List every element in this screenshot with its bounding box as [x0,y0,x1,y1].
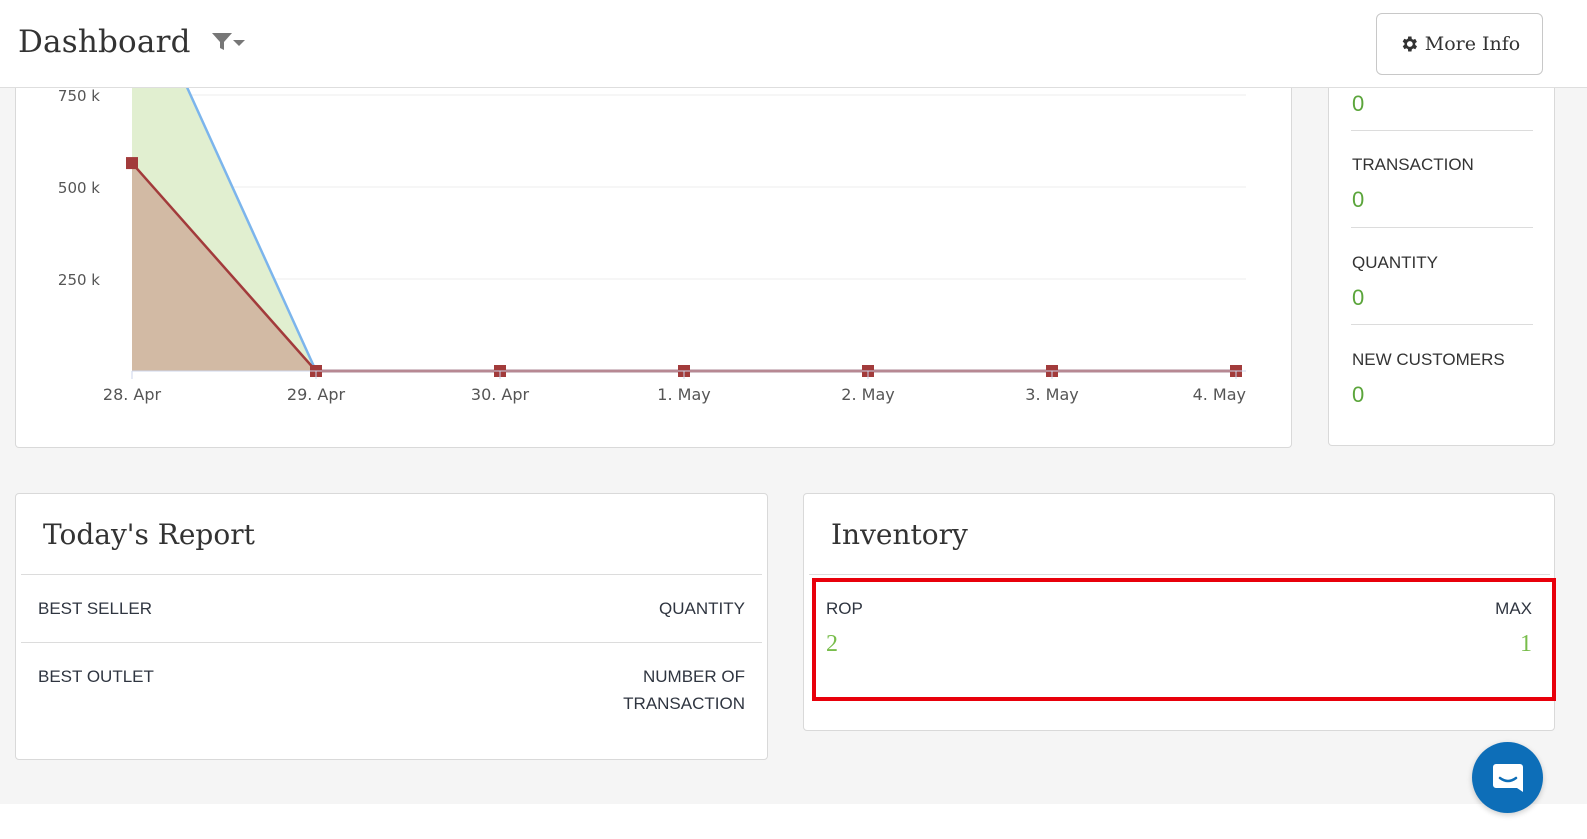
transaction-label-line1: NUMBER OF [643,667,745,686]
sales-chart-card: 250 k 500 k 750 k 28. Apr 29. Apr 30. Apr 1. M… [15,70,1292,448]
inventory-title: Inventory [831,518,968,551]
y-tick-label: 500 k [58,179,100,197]
stat-label-quantity: QUANTITY [1352,253,1438,272]
filter-icon [212,33,245,50]
filter-dropdown-button[interactable] [210,30,250,56]
max-label: MAX [1495,599,1532,618]
series-area-0 [132,70,1236,371]
inventory-card: Inventory ROP MAX 2 1 [803,493,1556,731]
inventory-highlight-box [812,578,1556,701]
sales-area-chart: 250 k 500 k 750 k 28. Apr 29. Apr 30. Apr 1. M… [58,70,1246,404]
x-tick-label: 3. May [1025,385,1078,404]
report-divider [21,642,762,643]
stat-value-quantity: 0 [1352,285,1365,310]
series-line-0 [177,70,1236,373]
stat-value-new-customers: 0 [1352,382,1365,407]
report-title: Today's Report [43,518,255,551]
stat-divider [1351,130,1533,131]
y-tick-label: 750 k [58,87,100,105]
chat-launcher-button[interactable] [1472,742,1543,813]
data-point-marker [126,157,138,170]
best-seller-quantity-label: QUANTITY [659,599,745,618]
x-tick-label: 1. May [657,385,710,404]
chat-icon [1492,763,1523,792]
best-outlet-label: BEST OUTLET [38,667,154,686]
stat-value-transaction: 0 [1352,187,1365,212]
more-info-button[interactable]: More Info [1376,13,1543,75]
x-tick-label: 28. Apr [103,385,162,404]
inventory-divider [809,574,1550,575]
stat-label-new-customers: NEW CUSTOMERS [1352,350,1505,369]
more-info-label: More Info [1424,33,1521,55]
stat-divider [1351,324,1533,325]
stat-value-top: 0 [1352,91,1365,116]
x-tick-label: 4. May [1193,385,1246,404]
x-tick-label: 2. May [841,385,894,404]
top-header: Dashboard More Info [0,0,1587,88]
stat-label-transaction: TRANSACTION [1352,155,1474,174]
gear-icon [1402,36,1417,52]
best-outlet-transaction-label: NUMBER OF TRANSACTION [623,663,745,717]
best-seller-label: BEST SELLER [38,599,153,618]
summary-stats-card: 0 TRANSACTION 0 QUANTITY 0 NEW CUSTOMERS… [1328,70,1555,446]
rop-value: 2 [826,631,838,657]
report-divider [21,574,762,575]
x-tick-label: 29. Apr [287,385,346,404]
page-title: Dashboard [18,24,191,60]
stat-divider [1351,227,1533,228]
y-tick-label: 250 k [58,271,100,289]
rop-label: ROP [826,599,863,618]
x-tick-label: 30. Apr [471,385,530,404]
transaction-label-line2: TRANSACTION [623,694,745,713]
footer-strip [0,804,1587,839]
max-value: 1 [1520,631,1532,657]
todays-report-card: Today's Report BEST SELLER QUANTITY BEST… [15,493,768,760]
